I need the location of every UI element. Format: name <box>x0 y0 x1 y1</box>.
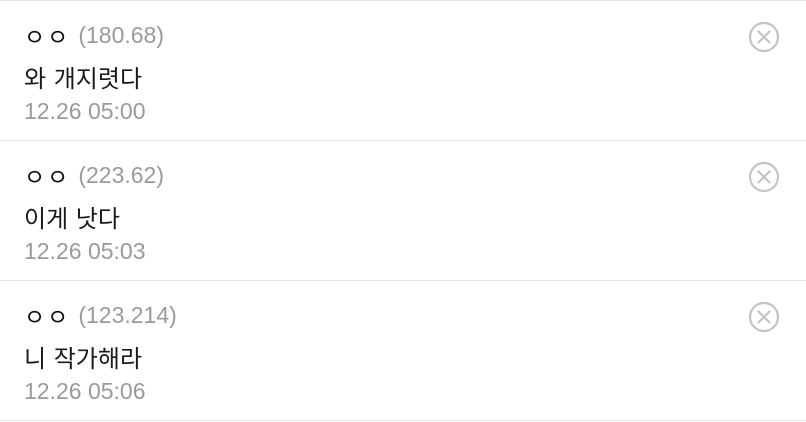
comment-text: 이게 낫다 <box>24 205 120 233</box>
comment-timestamp: 12.26 05:03 <box>24 238 146 264</box>
comment-ip: (223.62) <box>78 161 164 188</box>
circle-x-icon <box>748 21 780 53</box>
delete-comment-button[interactable] <box>748 301 780 333</box>
comment-text: 와 개지렷다 <box>24 65 143 93</box>
comment-text: 니 작가해라 <box>24 345 143 373</box>
comment-header: ㅇㅇ (123.214) <box>24 298 177 332</box>
comment-nickname[interactable]: ㅇㅇ <box>24 158 70 192</box>
comment-timestamp: 12.26 05:06 <box>24 378 146 404</box>
comment-nickname[interactable]: ㅇㅇ <box>24 298 70 332</box>
delete-comment-button[interactable] <box>748 21 780 53</box>
comment-list: ㅇㅇ (180.68) 와 개지렷다 12.26 05:00 ㅇㅇ (223.6… <box>0 0 806 422</box>
comment-ip: (123.214) <box>78 301 177 328</box>
comment-timestamp: 12.26 05:00 <box>24 98 146 124</box>
comment-item: ㅇㅇ (123.214) 니 작가해라 12.26 05:06 <box>0 281 806 421</box>
circle-x-icon <box>748 161 780 193</box>
circle-x-icon <box>748 301 780 333</box>
delete-comment-button[interactable] <box>748 161 780 193</box>
comment-ip: (180.68) <box>78 21 164 48</box>
comment-item: ㅇㅇ (180.68) 와 개지렷다 12.26 05:00 <box>0 1 806 141</box>
comment-header: ㅇㅇ (180.68) <box>24 18 164 52</box>
comment-nickname[interactable]: ㅇㅇ <box>24 18 70 52</box>
comment-item: ㅇㅇ (223.62) 이게 낫다 12.26 05:03 <box>0 141 806 281</box>
comment-header: ㅇㅇ (223.62) <box>24 158 164 192</box>
